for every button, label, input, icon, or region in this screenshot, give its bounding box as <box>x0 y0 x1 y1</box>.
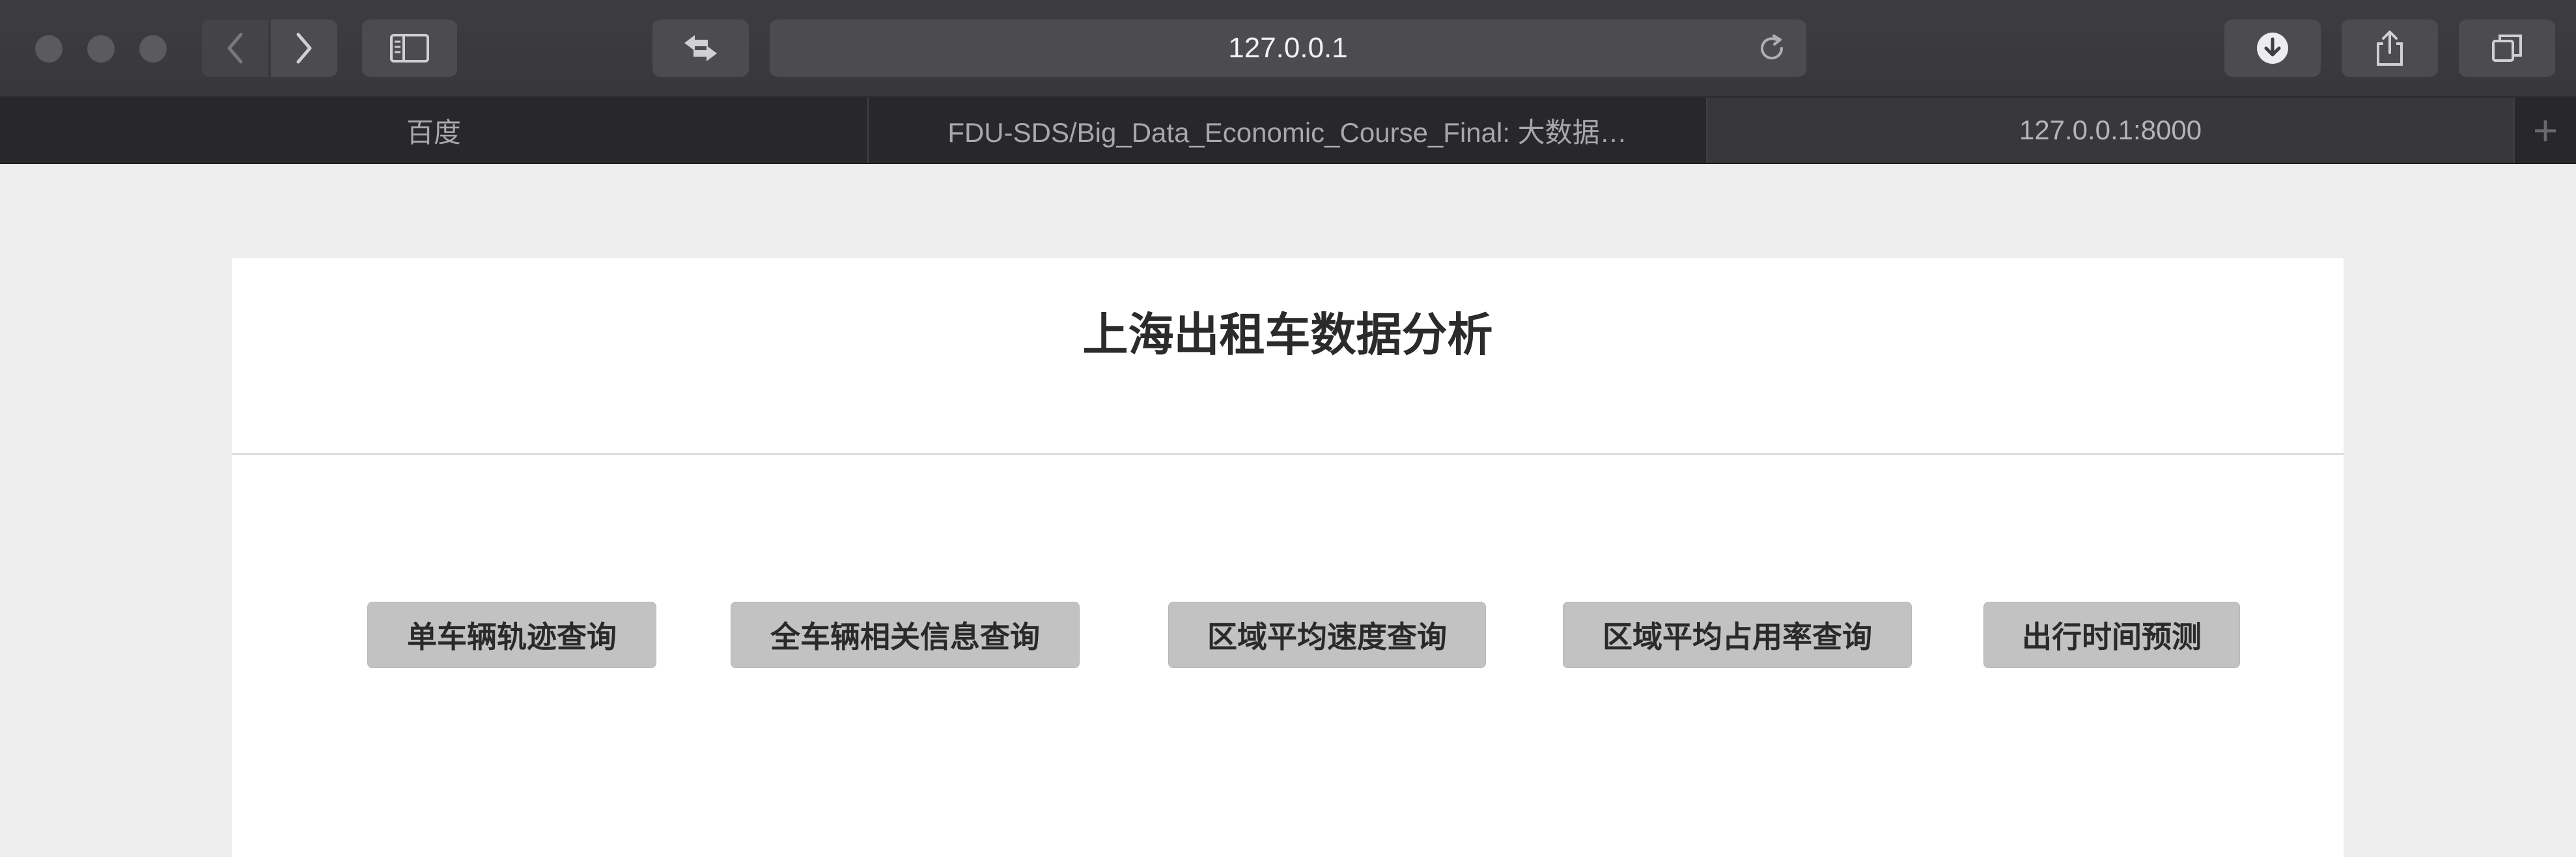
download-icon <box>2257 33 2288 64</box>
tabs-overview-icon <box>2492 35 2522 62</box>
single-vehicle-trajectory-button[interactable]: 单车辆轨迹查询 <box>367 602 656 668</box>
plus-icon: + <box>2532 106 2558 154</box>
forward-button[interactable] <box>271 20 337 77</box>
download-button[interactable] <box>2224 20 2321 77</box>
area-avg-occupancy-button[interactable]: 区域平均占用率查询 <box>1563 602 1912 668</box>
zoom-window-button[interactable] <box>139 35 167 63</box>
sidebar-icon <box>390 34 429 63</box>
share-icon <box>2377 31 2403 66</box>
divider <box>232 453 2344 455</box>
address-url: 127.0.0.1 <box>1228 32 1348 64</box>
main-card: 上海出租车数据分析 单车辆轨迹查询 全车辆相关信息查询 区域平均速度查询 区域平… <box>232 258 2344 857</box>
page-viewport: 上海出租车数据分析 单车辆轨迹查询 全车辆相关信息查询 区域平均速度查询 区域平… <box>0 164 2576 857</box>
travel-time-prediction-button[interactable]: 出行时间预测 <box>1983 602 2240 668</box>
forward-icon <box>296 33 312 64</box>
page-title: 上海出租车数据分析 <box>1082 308 1493 361</box>
tabs-overview-button[interactable] <box>2459 20 2555 77</box>
browser-toolbar: 127.0.0.1 <box>0 0 2576 98</box>
swap-icon <box>684 35 717 61</box>
reload-button[interactable] <box>1757 34 1787 66</box>
back-button[interactable] <box>202 20 268 77</box>
navigation-buttons <box>202 20 337 77</box>
tab-baidu[interactable]: 百度 <box>0 98 869 163</box>
tab-label: 127.0.0.1:8000 <box>2019 115 2202 145</box>
address-bar[interactable]: 127.0.0.1 <box>770 20 1806 77</box>
tab-label: 百度 <box>406 117 461 148</box>
close-window-button[interactable] <box>35 35 63 63</box>
all-vehicles-info-button[interactable]: 全车辆相关信息查询 <box>731 602 1080 668</box>
share-button[interactable] <box>2342 20 2438 77</box>
back-icon <box>227 33 243 64</box>
new-tab-button[interactable]: + <box>2515 98 2576 163</box>
area-avg-speed-button[interactable]: 区域平均速度查询 <box>1168 602 1486 668</box>
tab-label: FDU-SDS/Big_Data_Economic_Course_Final: … <box>947 117 1627 148</box>
swap-button[interactable] <box>652 20 749 77</box>
tab-bar: 百度 FDU-SDS/Big_Data_Economic_Course_Fina… <box>0 98 2576 164</box>
reload-icon <box>1761 35 1784 60</box>
tab-localhost[interactable]: 127.0.0.1:8000 <box>1707 98 2515 163</box>
minimize-window-button[interactable] <box>87 35 115 63</box>
sidebar-toggle-button[interactable] <box>362 20 457 77</box>
tab-github[interactable]: FDU-SDS/Big_Data_Economic_Course_Final: … <box>869 98 1707 163</box>
